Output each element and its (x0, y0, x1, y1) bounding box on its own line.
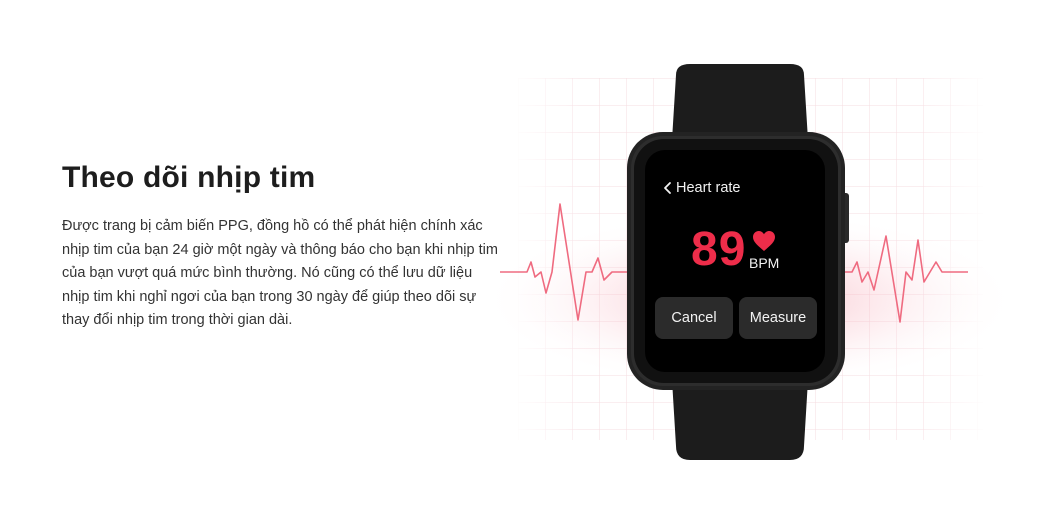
heart-rate-unit: BPM (749, 255, 780, 271)
chevron-left-icon (664, 182, 671, 194)
product-feature-page: Heart rate 89 BPM Cancel Measure Theo dõ… (0, 0, 1055, 521)
measure-button[interactable]: Measure (739, 297, 817, 339)
feature-description: Được trang bị cảm biến PPG, đồng hồ có t… (62, 218, 498, 328)
feature-text: Theo dõi nhịp tim Được trang bị cảm biến… (62, 158, 502, 333)
heart-rate-value: 89 (691, 223, 747, 276)
cancel-button[interactable]: Cancel (655, 297, 733, 339)
screen-title: Heart rate (676, 180, 741, 196)
watch-screen: Heart rate 89 BPM Cancel Measure (645, 150, 823, 370)
feature-title: Theo dõi nhịp tim (62, 161, 316, 194)
heart-icon (753, 231, 775, 251)
heart-rate-header[interactable]: Heart rate (663, 180, 740, 196)
